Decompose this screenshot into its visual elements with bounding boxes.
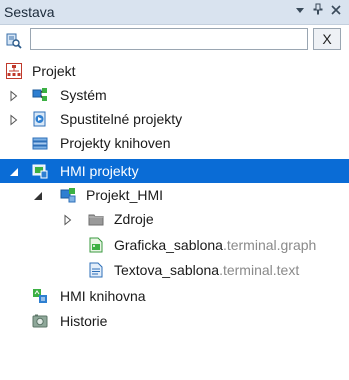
tree-item-hmi-projects[interactable]: HMI projekty [0,159,349,183]
tree-item-hmi-library[interactable]: HMI knihovna [0,284,349,308]
search-bar: X [0,25,349,57]
project-root-icon [6,63,22,79]
file-name: Graficka_sablona [114,237,223,253]
tree-item-executable-projects[interactable]: Spustitelné projekty [0,107,349,131]
expand-arrow-icon[interactable] [62,213,74,226]
tree-item-label: Projekt [32,63,76,79]
text-template-icon [88,262,104,278]
tree-item-historie[interactable]: Historie [0,309,349,333]
tree-item-label: Textova_sablona.terminal.text [114,262,299,278]
hmi-library-icon [32,288,48,304]
tree-item-projekt[interactable]: Projekt [0,59,349,83]
search-icon[interactable] [6,33,22,49]
tree-item-textova-sablona[interactable]: Textova_sablona.terminal.text [0,258,349,282]
collapse-arrow-icon[interactable] [32,189,44,201]
collapse-arrow-icon[interactable] [8,165,20,177]
sestava-panel: Sestava X Projekt Systém Spustitelné pro… [0,0,349,380]
panel-titlebar: Sestava [0,0,349,25]
tree-item-projekt-hmi[interactable]: Projekt_HMI [0,183,349,207]
tree-item-label: Systém [60,87,107,103]
tree-item-label: HMI projekty [60,163,139,179]
hmi-projects-icon [32,163,48,179]
pin-icon[interactable] [311,3,325,19]
tree-item-label: Historie [60,313,108,329]
tree-item-label: Spustitelné projekty [60,111,183,127]
library-projects-icon [32,135,48,151]
tree-item-library-projects[interactable]: Projekty knihoven [0,131,349,155]
tree-item-graficka-sablona[interactable]: Graficka_sablona.terminal.graph [0,233,349,257]
tree-item-system[interactable]: Systém [0,83,349,107]
panel-title: Sestava [4,4,55,20]
file-name: Textova_sablona [114,262,220,278]
dropdown-icon[interactable] [293,3,307,19]
folder-icon [88,211,104,227]
expand-arrow-icon[interactable] [8,113,20,126]
clear-search-button[interactable]: X [313,28,341,50]
tree-item-label: Graficka_sablona.terminal.graph [114,237,316,253]
hmi-project-icon [60,187,76,203]
system-icon [32,87,48,103]
graphic-template-icon [88,237,104,253]
tree-item-label: HMI knihovna [60,288,146,304]
tree-item-label: Zdroje [114,211,154,227]
tree-item-zdroje[interactable]: Zdroje [0,207,349,231]
close-icon[interactable] [329,3,343,19]
expand-arrow-icon[interactable] [8,89,20,102]
history-icon [32,313,48,329]
search-input[interactable] [30,28,308,50]
file-extension: .terminal.graph [222,237,317,253]
file-extension: .terminal.text [219,262,300,278]
tree-item-label: Projekty knihoven [60,135,171,151]
tree-item-label: Projekt_HMI [86,187,164,203]
executable-projects-icon [32,111,48,127]
